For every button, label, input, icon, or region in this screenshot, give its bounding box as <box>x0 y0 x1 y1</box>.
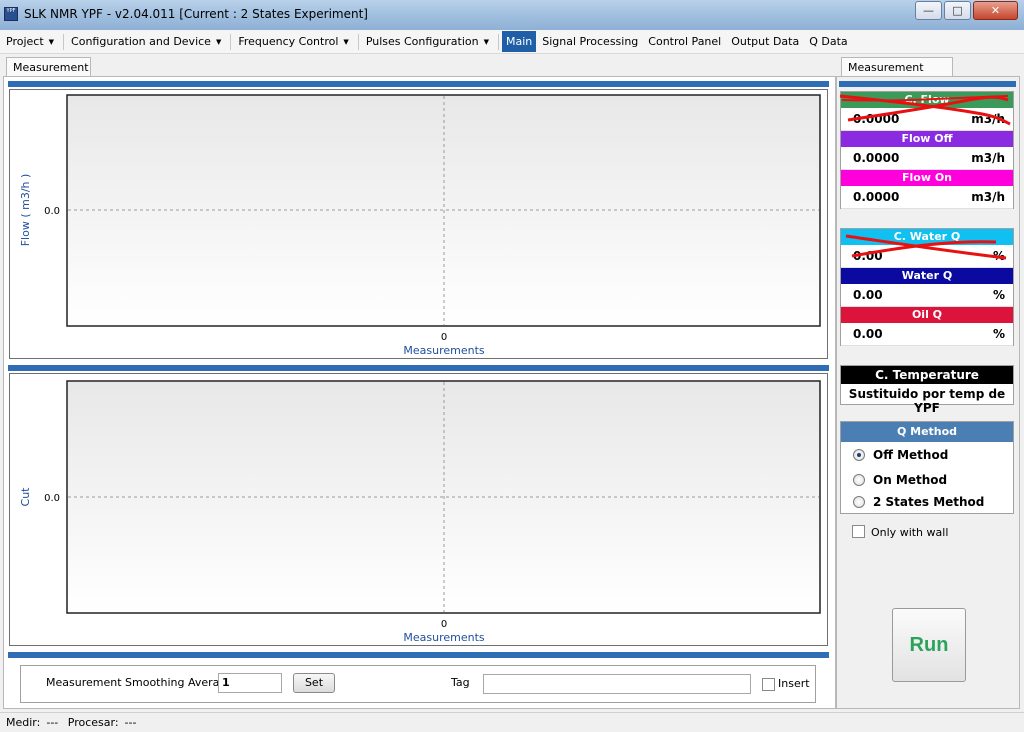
chevron-down-icon: ▼ <box>48 37 55 46</box>
x-tick-label: 0 <box>441 619 447 630</box>
run-button[interactable]: Run <box>892 608 966 682</box>
water-q-unit: % <box>992 288 1005 302</box>
menu-q-data[interactable]: Q Data <box>805 31 851 52</box>
only-with-wall-checkbox[interactable] <box>852 525 865 538</box>
procesar-label: Procesar: <box>67 716 119 729</box>
close-button[interactable]: ✕ <box>973 1 1018 20</box>
minimize-button[interactable]: — <box>915 1 942 20</box>
menu-output-data[interactable]: Output Data <box>727 31 803 52</box>
water-q-header: Water Q <box>841 268 1013 284</box>
oil-q-row: 0.00% <box>841 323 1013 346</box>
c-temperature-header: C. Temperature <box>841 366 1013 384</box>
menu-frequency-control[interactable]: Frequency Control ▼ <box>234 31 352 52</box>
q-method-option-2-states[interactable]: 2 States Method <box>841 491 1013 513</box>
flow-off-row: 0.0000 m3/h <box>841 147 1013 170</box>
chevron-down-icon: ▼ <box>343 37 349 46</box>
smoothing-input[interactable]: 1 <box>218 673 282 693</box>
water-q-value: 0.00 <box>853 288 883 302</box>
set-button[interactable]: Set <box>293 673 335 693</box>
insert-label: Insert <box>778 677 810 690</box>
c-temperature-value: Sustituido por temp de YPF <box>848 387 1006 415</box>
menu-configuration-and-device[interactable]: Configuration and Device ▼ <box>67 31 225 52</box>
menu-signal-processing[interactable]: Signal Processing <box>538 31 642 52</box>
flow-block: C. Flow 0.0000 m3/h Flow Off 0.0000 m3/h F… <box>840 91 1014 209</box>
c-flow-value: 0.0000 <box>853 112 900 126</box>
flow-on-row: 0.0000 m3/h <box>841 186 1013 209</box>
menu-separator <box>498 33 499 50</box>
insert-checkbox[interactable] <box>762 678 775 691</box>
q-method-option-off[interactable]: Off Method <box>841 444 1013 466</box>
q-method-header: Q Method <box>841 422 1013 442</box>
menu-bar: Project ▼ Configuration and Device ▼ Frequ… <box>0 30 1024 54</box>
chevron-down-icon: ▼ <box>215 37 222 46</box>
c-flow-unit: m3/h <box>971 112 1005 126</box>
c-water-q-row: 0.00% <box>841 245 1013 268</box>
water-block: C. Water Q 0.00% Water Q 0.00% Oil Q 0.0… <box>840 228 1014 346</box>
temperature-block: C. Temperature Sustituido por temp de YP… <box>840 365 1014 415</box>
smoothing-controls: Measurement Smoothing Average 1 Set Tag … <box>20 665 816 703</box>
x-axis-label: Measurements <box>403 344 485 357</box>
menu-control-panel[interactable]: Control Panel <box>644 31 725 52</box>
flow-chart-plot: 0.0 0 Measurements Flow ( m3/h ) <box>19 94 821 357</box>
menu-main[interactable]: Main <box>502 31 537 52</box>
oil-q-header: Oil Q <box>841 307 1013 323</box>
tag-input[interactable] <box>483 674 751 694</box>
radio-icon[interactable] <box>853 496 865 508</box>
y-axis-label: Flow ( m3/h ) <box>19 174 32 247</box>
divider-bar <box>8 81 829 87</box>
oil-q-unit: % <box>992 327 1005 341</box>
oil-q-value: 0.00 <box>853 327 883 341</box>
cut-chart: 0.0 0 Measurements Cut <box>9 373 828 646</box>
flow-chart: 0.0 0 Measurements Flow ( m3/h ) <box>9 89 828 359</box>
medir-value: --- <box>46 716 59 729</box>
water-q-row: 0.00% <box>841 284 1013 307</box>
q-method-option-on[interactable]: On Method <box>841 469 1013 491</box>
smoothing-label: Measurement Smoothing Average <box>46 676 234 689</box>
c-flow-header: C. Flow <box>841 92 1013 108</box>
flow-on-value: 0.0000 <box>853 190 900 204</box>
flow-on-header: Flow On <box>841 170 1013 186</box>
radio-icon[interactable] <box>853 474 865 486</box>
flow-off-value: 0.0000 <box>853 151 900 165</box>
medir-label: Medir: <box>6 716 41 729</box>
tag-label: Tag <box>451 676 470 689</box>
divider-bar <box>8 652 829 658</box>
c-water-q-header: C. Water Q <box>841 229 1013 245</box>
status-bar: Medir: --- Procesar: --- <box>0 712 1024 732</box>
menu-separator <box>230 33 232 50</box>
y-axis-label: Cut <box>19 487 32 507</box>
radio-selected-icon[interactable] <box>853 449 865 461</box>
menu-separator <box>63 33 65 50</box>
x-axis-label: Measurements <box>403 631 485 644</box>
y-tick-label: 0.0 <box>44 206 60 217</box>
only-with-wall-label: Only with wall <box>871 526 949 539</box>
procesar-value: --- <box>124 716 137 729</box>
x-tick-label: 0 <box>441 332 447 343</box>
menu-pulses-configuration[interactable]: Pulses Configuration ▼ <box>362 31 493 52</box>
q-method-block: Q Method Off Method On Method 2 States M… <box>840 421 1014 514</box>
app-icon: YPF <box>4 7 18 21</box>
window-title: SLK NMR YPF - v2.04.011 [Current : 2 Sta… <box>24 7 368 21</box>
c-flow-row: 0.0000 m3/h <box>841 108 1013 131</box>
c-water-q-value: 0.00 <box>853 249 883 263</box>
title-bar: YPF SLK NMR YPF - v2.04.011 [Current : 2… <box>0 0 1024 30</box>
c-water-q-unit: % <box>992 249 1005 263</box>
menu-project[interactable]: Project ▼ <box>2 31 58 52</box>
flow-off-header: Flow Off <box>841 131 1013 147</box>
divider-bar <box>8 365 829 371</box>
flow-on-unit: m3/h <box>971 190 1005 204</box>
y-tick-label: 0.0 <box>44 493 60 504</box>
tab-measurement-data[interactable]: Measurement Data <box>841 57 953 87</box>
menu-separator <box>357 33 359 50</box>
cut-chart-plot: 0.0 0 Measurements Cut <box>19 380 821 644</box>
flow-off-unit: m3/h <box>971 151 1005 165</box>
chevron-down-icon: ▼ <box>483 37 489 46</box>
divider-bar <box>839 81 1016 87</box>
tab-measurement[interactable]: Measurement <box>6 57 91 77</box>
maximize-button[interactable]: □ <box>944 1 971 20</box>
